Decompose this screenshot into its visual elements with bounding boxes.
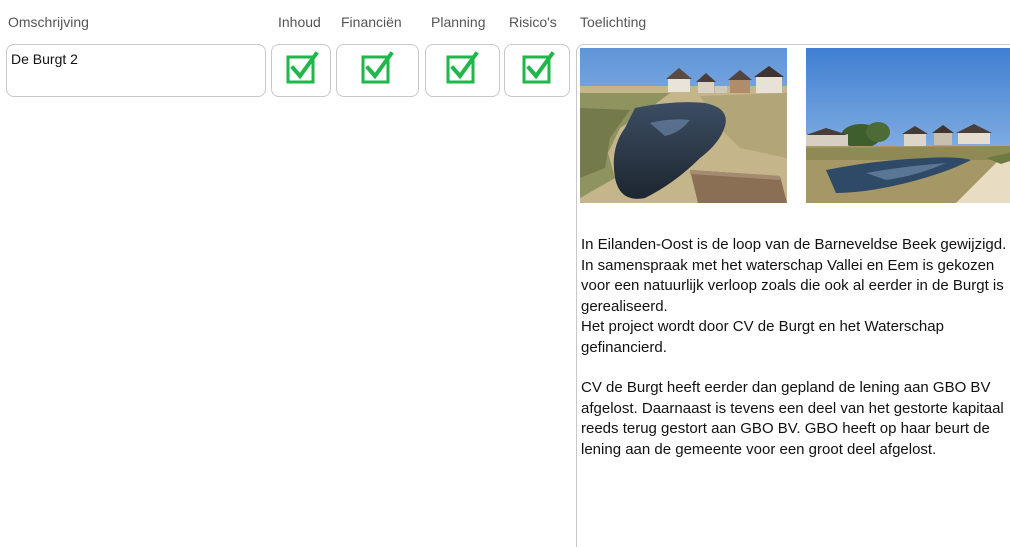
financien-checkbox[interactable] [336,44,419,97]
omschrijving-value: De Burgt 2 [11,51,78,67]
toelichting-text: In Eilanden-Oost is de loop van de Barne… [581,235,1010,460]
omschrijving-field[interactable]: De Burgt 2 [6,44,266,97]
header-financien: Financiën [341,14,402,30]
checkmark-icon [522,51,555,84]
header-omschrijving: Omschrijving [8,14,89,30]
inhoud-checkbox[interactable] [271,44,331,97]
toelichting-paragraph: CV de Burgt heeft eerder dan gepland de … [581,379,1004,458]
checkmark-icon [446,51,479,84]
creek-photo-2 [806,48,1010,203]
planning-checkbox[interactable] [425,44,500,97]
header-risicos: Risico's [509,14,557,30]
risicos-checkbox[interactable] [504,44,570,97]
checkmark-icon [286,51,319,84]
creek-photo-1 [580,48,787,203]
checkmark-icon [361,51,394,84]
header-inhoud: Inhoud [278,14,321,30]
header-planning: Planning [431,14,486,30]
toelichting-field[interactable]: In Eilanden-Oost is de loop van de Barne… [576,44,1010,547]
header-toelichting: Toelichting [580,14,647,30]
toelichting-paragraph: In Eilanden-Oost is de loop van de Barne… [581,236,1007,356]
